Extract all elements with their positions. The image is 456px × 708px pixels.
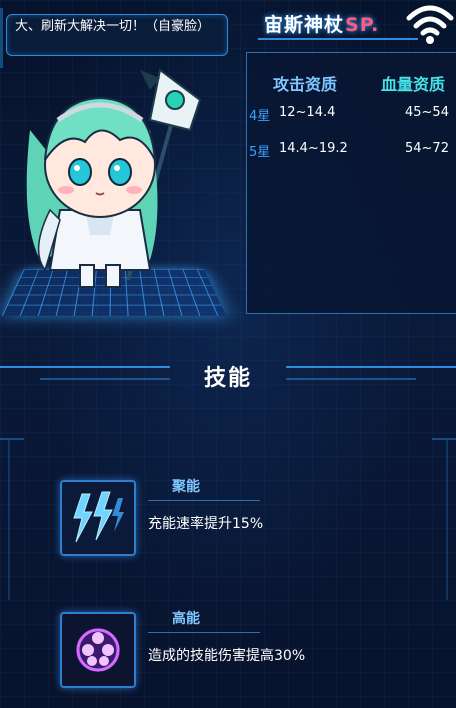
staff-head-icon bbox=[140, 68, 202, 132]
skill-rule-2 bbox=[148, 632, 260, 633]
lightning-icon bbox=[62, 482, 134, 554]
speech-bubble: 大、刷新大解决一切！（自豪脸） bbox=[6, 14, 228, 56]
speech-text: 大、刷新大解决一切！（自豪脸） bbox=[15, 19, 211, 34]
skill-desc-1: 充能速率提升15% bbox=[148, 516, 264, 532]
band-line-left-low bbox=[40, 378, 170, 380]
character-stage bbox=[0, 60, 230, 340]
deco-line-right-vertical bbox=[446, 440, 448, 600]
hp-range-5: 54~72 bbox=[405, 141, 449, 156]
skill-icon-1[interactable] bbox=[60, 480, 136, 556]
page-title: 宙斯神杖SP. bbox=[264, 10, 414, 36]
skill-rule-1 bbox=[148, 500, 260, 501]
wifi-icon bbox=[406, 5, 454, 44]
band-line-left bbox=[0, 366, 170, 368]
skill-section-title: 技能 bbox=[203, 366, 252, 391]
skill-icon-2[interactable] bbox=[60, 612, 136, 688]
deco-line-left-bottom bbox=[0, 438, 24, 440]
star-5-text: 5星 bbox=[249, 145, 271, 160]
band-line-right-low bbox=[286, 378, 416, 380]
energy-orb-icon bbox=[62, 614, 134, 686]
attack-range-4: 12~14.4 bbox=[279, 105, 336, 120]
star-label-4: 4星 bbox=[249, 105, 270, 124]
attack-range-5: 14.4~19.2 bbox=[279, 141, 348, 156]
title-text: 宙斯神杖 bbox=[264, 14, 345, 36]
deco-line-left-top bbox=[0, 8, 3, 68]
hp-range-4: 45~54 bbox=[405, 105, 449, 120]
title-underline bbox=[258, 38, 418, 40]
star-label-5: 5星 bbox=[249, 141, 270, 160]
title-suffix: SP. bbox=[345, 14, 380, 36]
character-portrait bbox=[26, 68, 202, 288]
skill-desc-2: 造成的技能伤害提高30% bbox=[148, 648, 306, 664]
deco-line-left-vertical bbox=[8, 440, 10, 600]
star-4-text: 4星 bbox=[249, 109, 271, 124]
hp-aptitude-label: 血量资质 bbox=[381, 75, 446, 94]
aptitude-panel: 攻击资质 血量资质 4星 12~14.4 45~54 5星 14.4~19.2 … bbox=[246, 52, 456, 314]
attack-aptitude-label: 攻击资质 bbox=[273, 75, 338, 94]
skill-name-2: 高能 bbox=[172, 611, 200, 627]
band-line-right bbox=[286, 366, 456, 368]
skill-name-1: 聚能 bbox=[172, 479, 200, 495]
deco-line-right-bottom bbox=[432, 438, 456, 440]
